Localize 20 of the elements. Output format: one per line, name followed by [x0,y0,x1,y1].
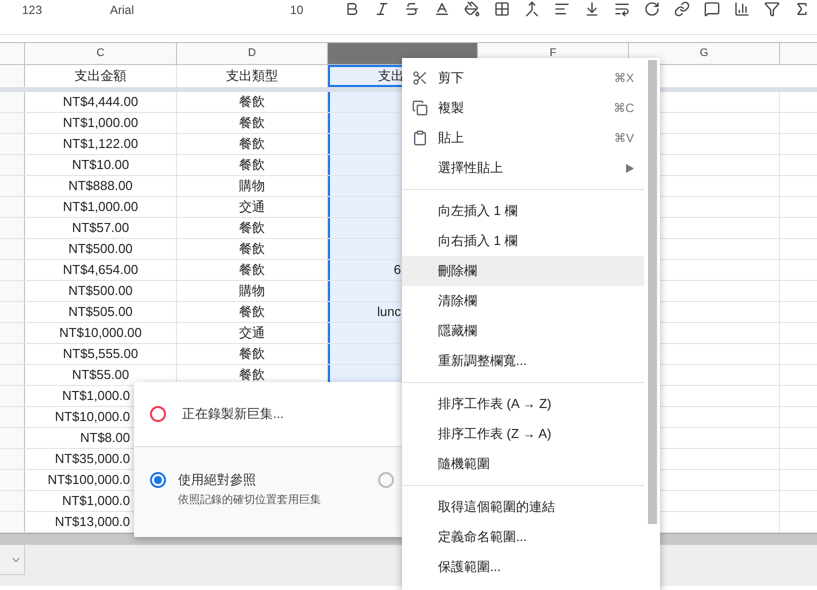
table-cell: NT$888.00 [25,176,177,196]
table-cell: NT$10,000.00 [25,323,177,343]
recording-label: 正在錄製新巨集... [182,405,284,424]
table-cell: 支出金額 [25,65,177,87]
table-cell: NT$10.00 [25,155,177,175]
option-description: 依照記錄的確切位置套用巨集 [178,493,321,508]
table-cell: NT$1,000.00 [25,197,177,217]
shortcut-label: ⌘X [614,70,634,87]
table-cell: NT$1,122.00 [25,134,177,154]
table-cell: NT$57.00 [25,218,177,238]
table-cell: NT$1,000.00 [25,113,177,133]
table-cell: NT$500.00 [25,239,177,259]
table-cell: NT$500.00 [25,281,177,301]
table-cell: NT$4,444.00 [25,92,177,112]
table-cell: NT$505.00 [25,302,177,322]
shortcut-label: ⌘V [614,130,634,147]
shortcut-label: ⌘C [613,100,634,117]
table-cell: NT$4,654.00 [25,260,177,280]
table-cell: NT$5,555.00 [25,344,177,364]
option-label: 使用絕對參照 [178,472,257,488]
